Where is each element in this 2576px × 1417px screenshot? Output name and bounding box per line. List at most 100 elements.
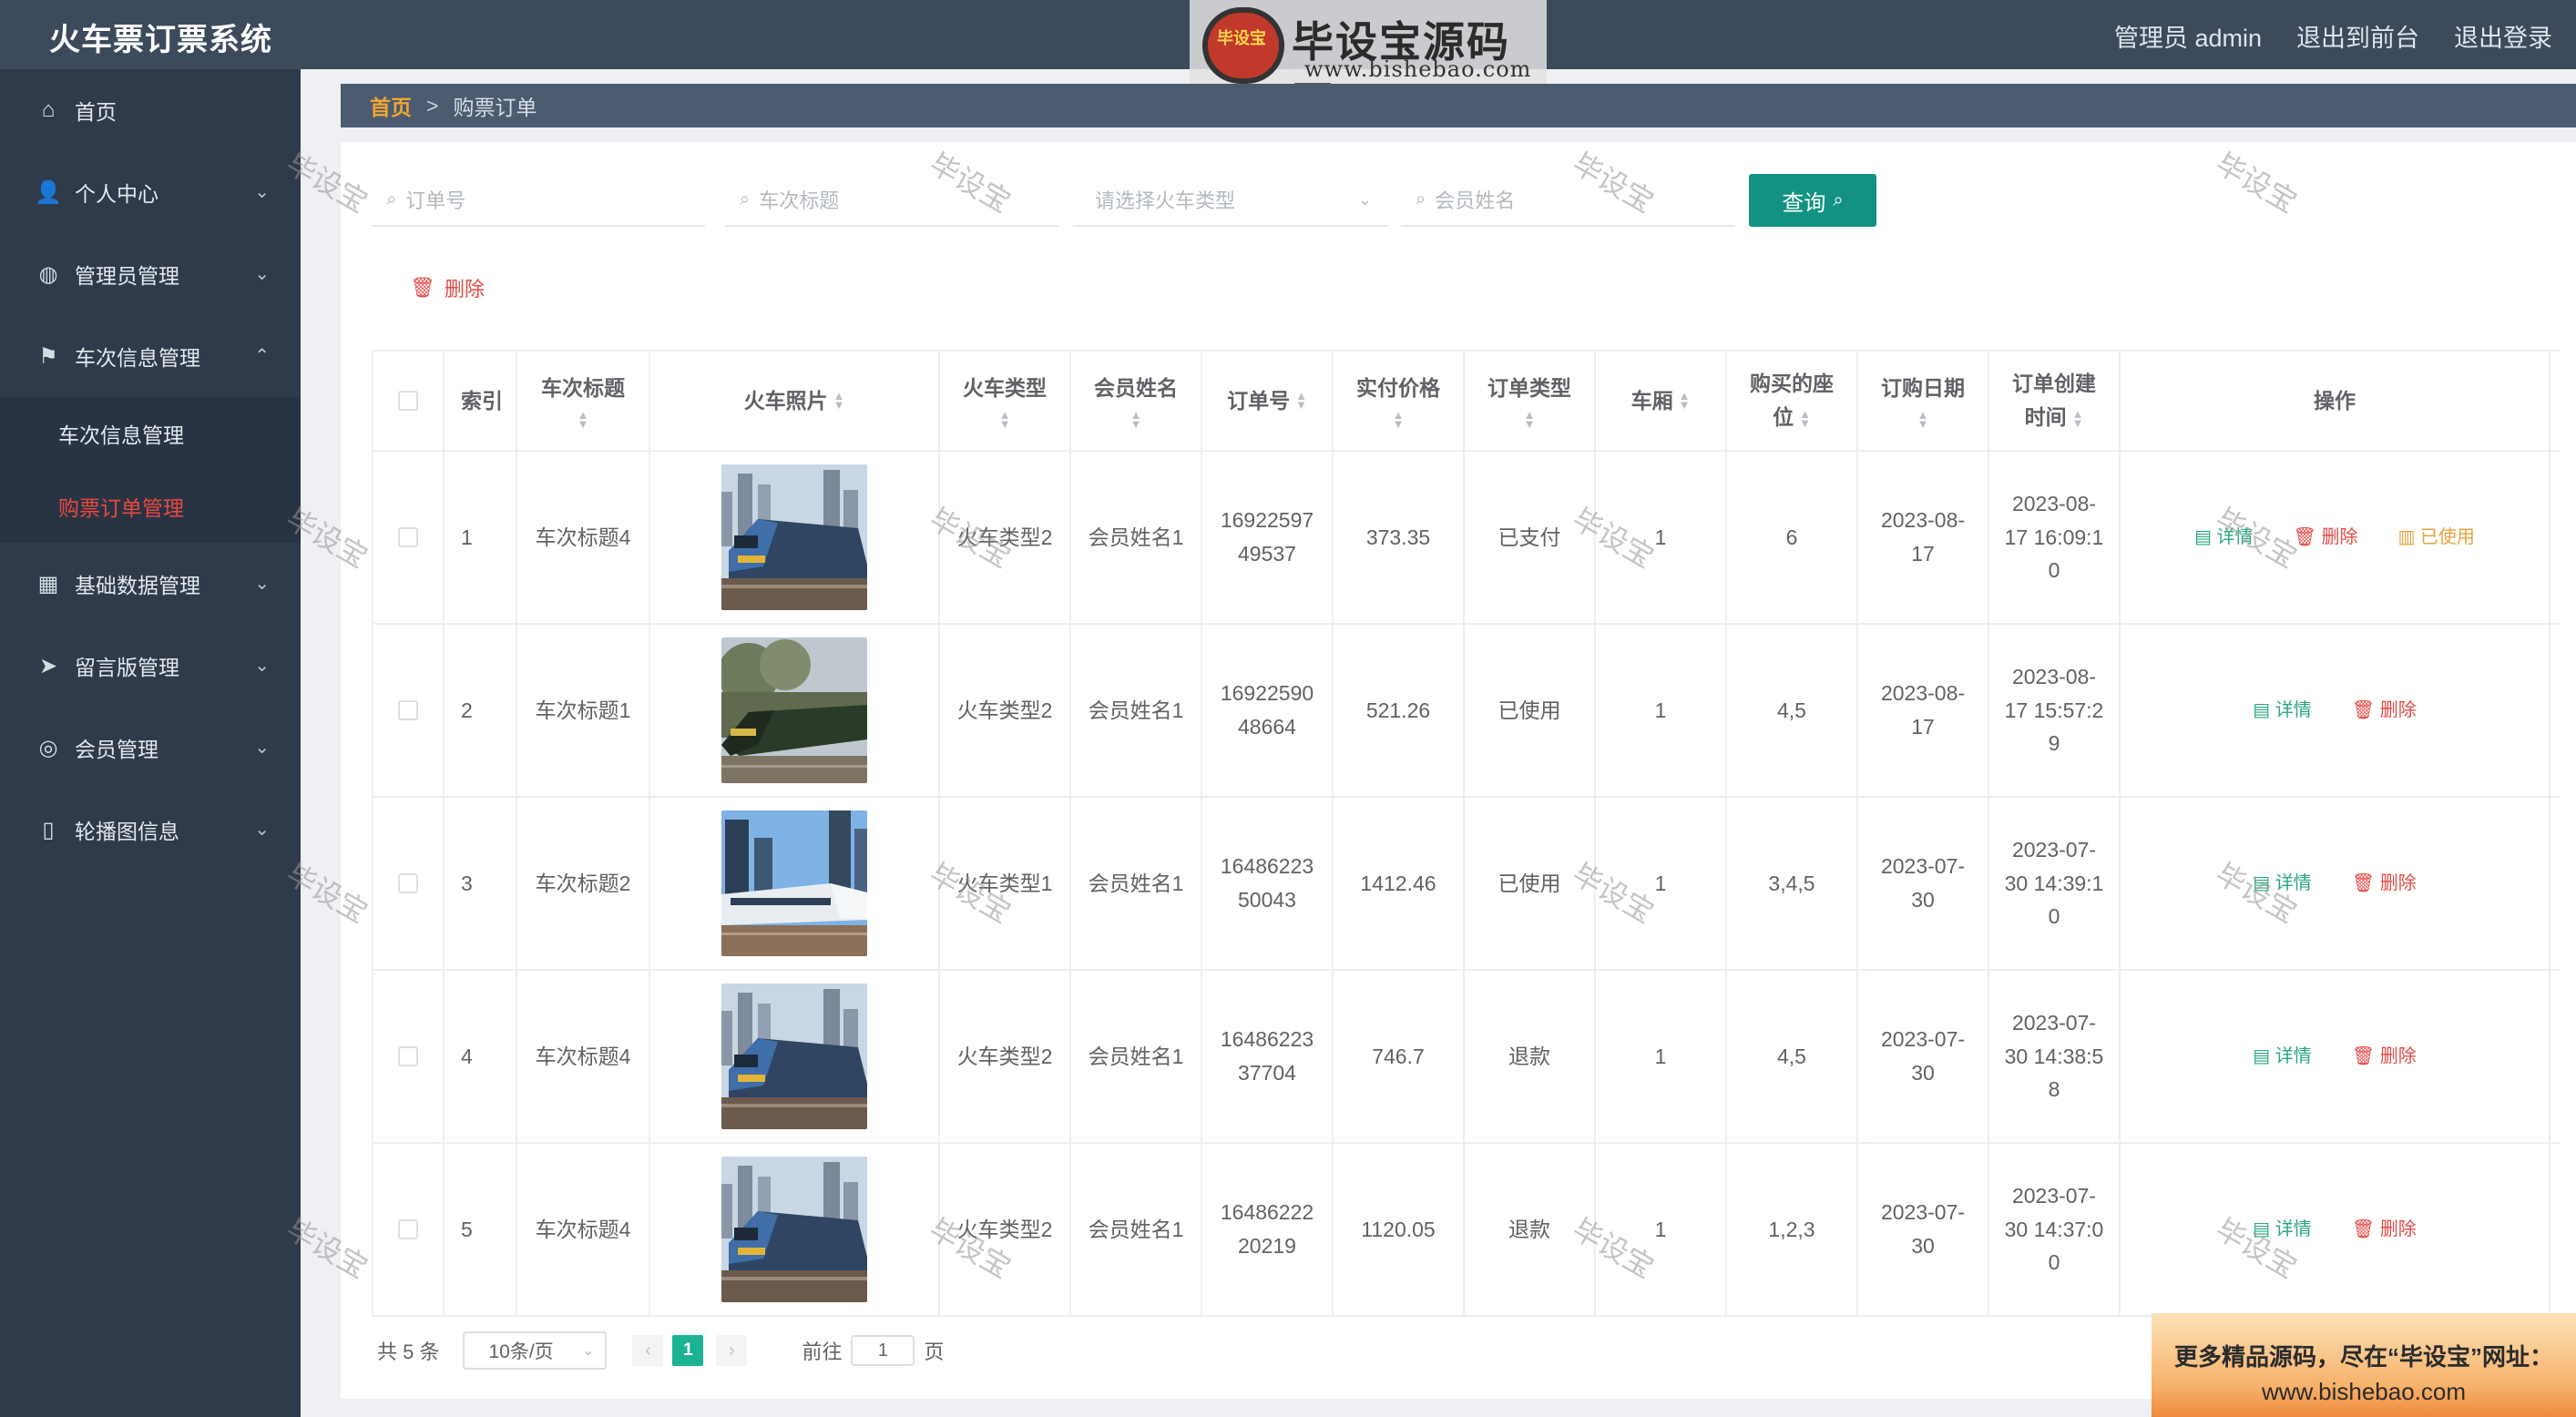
train-photo[interactable] [721,1157,867,1302]
cell-index: 2 [445,625,517,796]
train-type-select[interactable]: 请选择火车类型 ⌄ [1073,174,1388,227]
cell-order-no: 16922590 48664 [1202,625,1334,796]
chevron-down-icon: ⌄ [254,820,270,840]
admin-user-label[interactable]: 管理员 admin [2114,18,2262,54]
search-icon: ⌕ [740,189,751,209]
page-size-select[interactable]: 10条/页 ⌄ [463,1331,608,1370]
cell-ops: ▤ 详情 🗑 删除 [2121,1144,2550,1315]
query-button-label: 查询 [1782,190,1826,216]
member-name-input[interactable]: ⌕ 会员姓名 [1401,174,1734,227]
cell-created: 2023-07- 30 14:39:1 0 [1989,798,2121,969]
globe-icon: ◍ [38,261,58,287]
batch-delete-button[interactable]: 🗑 删除 [410,273,485,302]
sidebar-item-label: 基础数据管理 [75,574,200,597]
detail-button[interactable]: ▤ 详情 [2253,1042,2311,1071]
promo-line-1: 更多精品源码，尽在“毕设宝”网址： [2173,1343,2553,1371]
row-checkbox[interactable] [398,873,418,893]
delete-button[interactable]: 🗑 删除 [2352,1042,2417,1071]
breadcrumb-home-link[interactable]: 首页 [370,90,412,121]
sidebar-item-train-info-management[interactable]: ⚑ 车次信息管理 ⌃ [0,315,301,397]
sidebar-item-personal-center[interactable]: 👤 个人中心 ⌄ [0,151,301,233]
next-page-button[interactable]: › [716,1335,748,1366]
cell-title: 车次标题4 [517,971,650,1142]
order-no-input[interactable]: ⌕ 订单号 [372,174,705,227]
row-checkbox[interactable] [398,700,418,720]
user-icon: 👤 [35,179,62,205]
delete-button[interactable]: 🗑 删除 [2352,869,2417,898]
goto-page-input[interactable]: 1 [851,1335,915,1366]
breadcrumb-current: 购票订单 [453,96,537,119]
sort-icon: ▲ ▼ [2071,406,2084,430]
sort-icon: ▲ ▼ [577,408,589,432]
sort-icon: ▲ ▼ [1130,408,1142,432]
delete-button[interactable]: 🗑 删除 [2352,696,2417,725]
delete-button[interactable]: 🗑 删除 [2352,1215,2417,1244]
train-title-input[interactable]: ⌕ 车次标题 [725,174,1058,227]
member-name-placeholder: 会员姓名 [1435,189,1516,212]
header-created[interactable]: 订单创建 时间 ▲ ▼ [1989,352,2121,450]
cell-order-type: 已使用 [1465,798,1596,969]
logout-link[interactable]: 退出登录 [2454,18,2552,54]
header-car[interactable]: 车厢 ▲ ▼ [1596,352,1727,450]
header-order-type[interactable]: 订单类型 ▲ ▼ [1465,352,1596,450]
train-photo[interactable] [721,464,867,610]
mark-used-button[interactable]: ▥ 已使用 [2397,523,2474,552]
cell-order-type: 退款 [1465,1144,1596,1315]
cell-date: 2023-08- 17 [1858,452,1989,623]
query-button[interactable]: 查询 ⌕ [1749,174,1876,227]
sidebar-subitem-ticket-orders[interactable]: 购票订单管理 [0,470,301,543]
header-photo[interactable]: 火车照片 ▲ ▼ [650,352,940,450]
detail-button[interactable]: ▤ 详情 [2253,696,2311,725]
home-icon: ⌂ [41,97,56,122]
header-member[interactable]: 会员姓名 ▲ ▼ [1071,352,1202,450]
chevron-down-icon: ⌄ [582,1343,595,1359]
row-checkbox[interactable] [398,527,418,547]
promo-banner[interactable]: 更多精品源码，尽在“毕设宝”网址： www.bishebao.com [2152,1313,2576,1417]
table-row: 1 车次标题4 火车类型2 会员姓名1 16922597 49537 373.35… [372,452,2560,625]
exit-to-front-link[interactable]: 退出到前台 [2296,18,2419,54]
send-icon: ➤ [38,653,58,678]
header-type[interactable]: 火车类型 ▲ ▼ [940,352,1071,450]
train-photo[interactable] [721,984,867,1129]
sidebar-item-basic-data-management[interactable]: ▦ 基础数据管理 ⌄ [0,543,301,625]
main-panel: ⌕ 订单号 ⌕ 车次标题 请选择火车类型 ⌄ ⌕ 会员姓名 查询 ⌕ 🗑 删除 … [341,142,2576,1399]
train-type-placeholder: 请选择火车类型 [1095,189,1236,212]
logo-url: www.bishebao.com [1304,56,1532,82]
row-checkbox[interactable] [398,1219,418,1239]
detail-button[interactable]: ▤ 详情 [2194,523,2253,552]
page-number-current[interactable]: 1 [672,1335,704,1366]
cell-car: 1 [1596,798,1727,969]
header-order-no[interactable]: 订单号 ▲ ▼ [1202,352,1334,450]
detail-button[interactable]: ▤ 详情 [2253,1215,2311,1244]
header-price[interactable]: 实付价格 ▲ ▼ [1334,352,1465,450]
sidebar: ⌂ 首页 👤 个人中心 ⌄ ◍ 管理员管理 ⌄ ⚑ 车次信息管理 ⌃ 车次信息管… [0,69,301,1417]
trash-icon: 🗑 [410,276,435,299]
delete-button[interactable]: 🗑 删除 [2294,523,2358,552]
train-photo[interactable] [721,810,867,956]
sidebar-item-message-board[interactable]: ➤ 留言版管理 ⌄ [0,625,301,707]
sidebar-item-label: 会员管理 [75,738,158,761]
cell-created: 2023-07- 30 14:38:5 8 [1989,971,2121,1142]
header-seats[interactable]: 购买的座位 ▲ ▼ [1727,352,1858,450]
orders-table: 索引 车次标题 ▲ ▼ 火车照片 ▲ ▼ 火车类型 ▲ ▼ 会员姓名 ▲ ▼ 订单号 ▲ ▼ 实付价… [372,350,2560,1317]
sidebar-item-home[interactable]: ⌂ 首页 [0,69,301,151]
sidebar-item-carousel-info[interactable]: ▯ 轮播图信息 ⌄ [0,789,301,871]
sidebar-item-member-management[interactable]: ◎ 会员管理 ⌄ [0,707,301,789]
sort-icon: ▲ ▼ [1917,408,1929,432]
cell-date: 2023-07- 30 [1858,971,1989,1142]
cell-photo [650,1144,940,1315]
select-all-checkbox[interactable] [398,391,418,411]
sort-icon: ▲ ▼ [998,408,1011,432]
header-title[interactable]: 车次标题 ▲ ▼ [517,352,650,450]
cell-order-no: 16486222 20219 [1202,1144,1334,1315]
row-checkbox[interactable] [398,1046,418,1066]
sidebar-item-admin-management[interactable]: ◍ 管理员管理 ⌄ [0,233,301,315]
detail-button[interactable]: ▤ 详情 [2253,869,2311,898]
prev-page-button[interactable]: ‹ [632,1335,664,1366]
cell-member: 会员姓名1 [1071,1144,1202,1315]
cell-seats: 1,2,3 [1727,1144,1858,1315]
header-date[interactable]: 订购日期 ▲ ▼ [1858,352,1989,450]
sidebar-subitem-train-info[interactable]: 车次信息管理 [0,397,301,470]
train-photo[interactable] [721,637,867,783]
app-title: 火车票订票系统 [49,23,272,57]
